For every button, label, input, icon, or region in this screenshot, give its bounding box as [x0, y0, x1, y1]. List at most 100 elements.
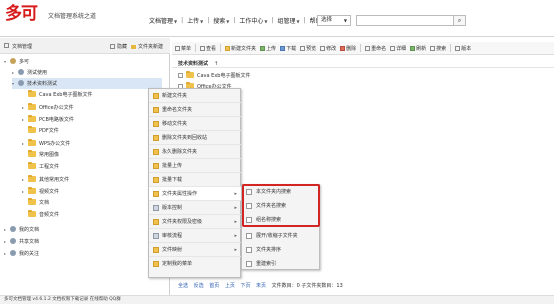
submenu-item-expand-collapse[interactable]: 展开/收缩子文件夹 — [242, 229, 320, 243]
folder-icon — [131, 45, 136, 49]
menu-item-permanent-delete[interactable]: 永久删除文件夹 — [149, 145, 241, 159]
toolbar-download-button[interactable]: 下载 — [280, 45, 296, 52]
preview-icon — [300, 45, 306, 51]
tree-node-folder[interactable]: 工程文件 — [22, 162, 59, 173]
menu-item-batch-upload[interactable]: 批量上传 — [149, 159, 241, 173]
row-checkbox[interactable] — [178, 73, 183, 78]
hide-panel-button[interactable]: 隐藏 — [110, 43, 127, 50]
tree-node-user-selected[interactable]: ▾ 技术资料测试 — [12, 78, 162, 89]
select-all-link[interactable]: 全选 — [178, 283, 188, 289]
search-icon: ⌕ — [457, 17, 462, 24]
nav-separator: | — [207, 17, 210, 24]
nav-separator: | — [181, 17, 184, 24]
tree-node-folder[interactable]: ▸ 其他常用文件 — [22, 174, 69, 185]
tree-node-user[interactable]: ▸ 测试使用 — [12, 67, 47, 78]
folder-icon — [186, 71, 194, 78]
tree-node-folder[interactable]: Cava Exb电子图板文件 — [22, 90, 92, 101]
rename-icon — [365, 45, 371, 51]
menu-item-delete-to-recycle[interactable]: 删除文件夹到回收站 — [149, 131, 241, 145]
submenu-arrow-icon: ▸ — [234, 219, 237, 225]
chevron-down-icon: ▼ — [343, 18, 347, 23]
view-icon — [200, 45, 206, 51]
submenu-item-rebuild-index[interactable]: 重建索引 — [242, 257, 320, 271]
next-page-link[interactable]: 下页 — [240, 283, 250, 289]
submenu-item-folder-sort[interactable]: 文件夹排序 — [242, 243, 320, 257]
sort-icon — [246, 247, 252, 253]
invert-selection-link[interactable]: 反选 — [194, 283, 204, 289]
folder-icon — [28, 198, 36, 205]
menu-item-new-folder[interactable]: 新建文件夹 — [149, 89, 241, 103]
folder-icon — [28, 175, 36, 182]
folder-icon — [28, 115, 36, 122]
menu-item-batch-download[interactable]: 批量下载 — [149, 173, 241, 187]
menu-item-version-control[interactable]: 版本控制 ▸ — [149, 201, 241, 215]
menu-icon — [175, 45, 180, 51]
toolbar-separator — [360, 44, 362, 52]
star-icon — [10, 250, 16, 256]
toolbar-menu-button[interactable]: 菜单 — [175, 45, 191, 52]
delete-icon — [340, 45, 346, 51]
highlight-box — [242, 184, 320, 227]
edit-icon — [320, 45, 326, 51]
tree-node-folder[interactable]: 音频文件 — [22, 210, 59, 221]
tree-node-folder[interactable]: ▸ WPS办公文件 — [22, 138, 70, 149]
tree-node-folder[interactable]: ▸ PCB电路板文件 — [22, 114, 74, 125]
toolbar-version-button[interactable]: 版本 — [455, 45, 471, 52]
brand-logo: 多可 — [5, 4, 38, 24]
shared-icon — [10, 238, 16, 244]
search-input[interactable] — [356, 15, 454, 26]
toolbar-preview-button[interactable]: 预览 — [300, 45, 316, 52]
tree-node-folder[interactable]: ▸ 视频文件 — [22, 186, 59, 197]
menu-item-customize-menu[interactable]: 定制我的菜单 — [149, 257, 241, 271]
expand-icon — [246, 233, 252, 239]
toolbar-view-button[interactable]: 查看 — [200, 45, 216, 52]
tree-node-folder[interactable]: ▸ Office办公文件 — [22, 102, 74, 113]
tree-node-folder[interactable]: 文档 — [22, 198, 49, 209]
toolbar-new-folder-button[interactable]: 新建文件夹 — [225, 45, 256, 52]
nav-upload[interactable]: 上传▼ — [187, 16, 203, 25]
download-icon — [280, 45, 286, 51]
last-page-link[interactable]: 末页 — [256, 283, 266, 289]
search-button[interactable]: ⌕ — [454, 15, 466, 26]
menu-item-move-folder[interactable]: 移动文件夹 — [149, 117, 241, 131]
chevron-down-icon: ▼ — [296, 19, 300, 24]
hide-icon — [110, 44, 115, 49]
search-scope-select[interactable]: 选择 ▼ — [317, 15, 351, 26]
folder-tree-header: 文档管理 隐藏 文件夹新建 — [0, 38, 170, 54]
menu-item-folder-properties[interactable]: 文件夹属性操作 ▸ — [149, 187, 241, 201]
folder-icon — [28, 162, 36, 169]
toolbar-rename-button[interactable]: 重命名 — [365, 45, 386, 52]
tree-node-folder[interactable]: PDF文件 — [22, 126, 59, 137]
tree-node-my-follows[interactable]: ▸ 我的关注 — [4, 248, 39, 259]
list-item[interactable]: Cava Exb电子图板文件 — [178, 71, 250, 79]
brand-slogan: 文档管理系统之道 — [48, 13, 97, 20]
toolbar-refresh-button[interactable]: 刷新 — [410, 45, 426, 52]
nav-document-management[interactable]: 文档管理▼ — [149, 16, 177, 25]
tree-node-root[interactable]: ▾ 多可 — [4, 56, 29, 67]
tree-node-my-documents[interactable]: ▸ 我的文档 — [4, 224, 39, 235]
tree-node-shared-documents[interactable]: ▸ 共享文档 — [4, 236, 39, 247]
new-folder-button[interactable]: 文件夹新建 — [131, 43, 163, 50]
search-scope-value: 选择 — [321, 17, 333, 23]
new-folder-icon — [153, 93, 159, 99]
menu-item-rename-folder[interactable]: 重命名文件夹 — [149, 103, 241, 117]
toolbar-delete-button[interactable]: 删除 — [340, 45, 356, 52]
first-page-link[interactable]: 首页 — [209, 283, 219, 289]
menu-item-approval-flow[interactable]: 审核流程 ▸ — [149, 229, 241, 243]
pagination-bar: 全选 反选 首页 上页 下页 末页 文件数目：0 子文件夹数目：13 — [178, 282, 343, 289]
menu-item-permissions[interactable]: 文件夹权限及密级 ▸ — [149, 215, 241, 229]
rename-icon — [153, 107, 159, 113]
tree-node-folder[interactable]: 常用图像 — [22, 150, 59, 161]
nav-group-management[interactable]: 组管理▼ — [278, 16, 300, 25]
menu-item-file-mapping[interactable]: 文件映射 ▸ — [149, 243, 241, 257]
main-toolbar: 菜单 查看 新建文件夹 上传 下载 预览 修改 删除 重命名 详细 刷新 搜索 … — [172, 42, 554, 55]
toolbar-search-button[interactable]: 搜索 — [430, 45, 446, 52]
prev-page-link[interactable]: 上页 — [225, 283, 235, 289]
version-icon — [455, 45, 461, 51]
toolbar-upload-button[interactable]: 上传 — [260, 45, 276, 52]
folder-context-menu: 新建文件夹 重命名文件夹 移动文件夹 删除文件夹到回收站 永久删除文件夹 批量上… — [148, 88, 241, 278]
nav-search[interactable]: 搜索▼ — [213, 16, 229, 25]
toolbar-edit-button[interactable]: 修改 — [320, 45, 336, 52]
toolbar-detail-button[interactable]: 详细 — [390, 45, 406, 52]
nav-work-center[interactable]: 工作中心▼ — [239, 16, 267, 25]
